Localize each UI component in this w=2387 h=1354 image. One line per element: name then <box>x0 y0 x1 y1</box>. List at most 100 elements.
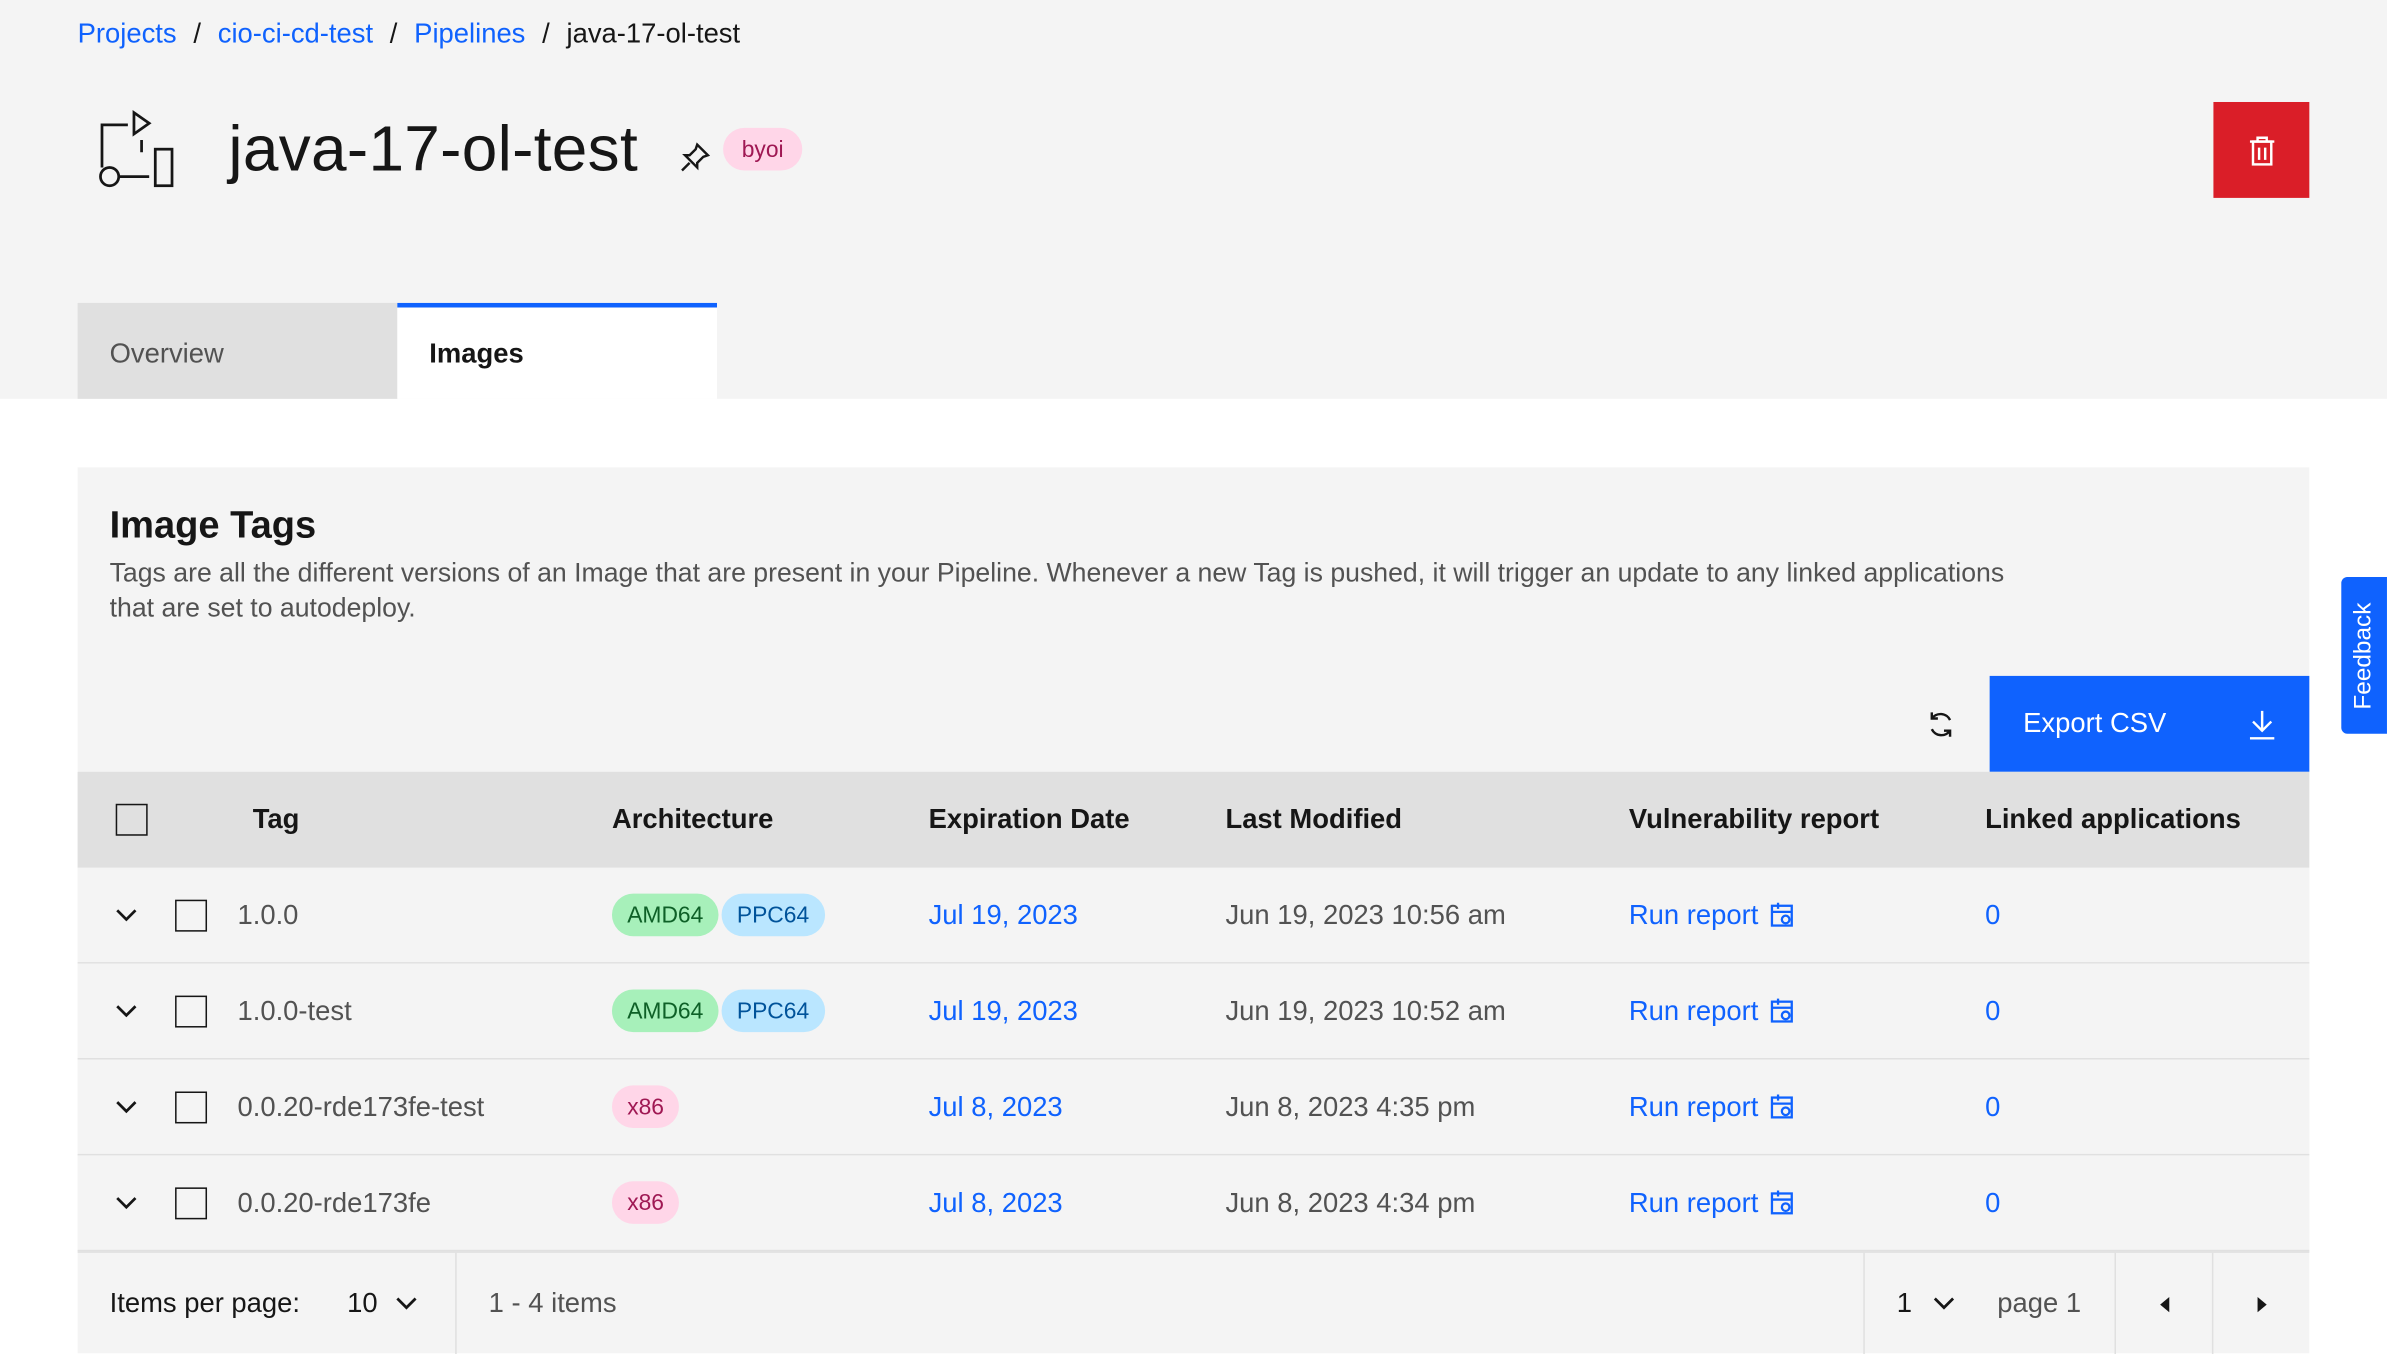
delete-button[interactable] <box>2213 101 2310 198</box>
page-select-value: 1 <box>1896 1287 1913 1319</box>
expiration-date-link[interactable]: Jul 8, 2023 <box>929 1060 1063 1154</box>
refresh-icon <box>1929 711 1951 737</box>
last-modified-cell: Jun 8, 2023 4:34 pm <box>1225 1186 1476 1218</box>
column-header-vulnerability[interactable]: Vulnerability report <box>1629 772 1879 868</box>
pin-icon[interactable] <box>679 140 712 173</box>
page-select[interactable]: 1 <box>1897 1253 1955 1354</box>
refresh-button[interactable] <box>1906 676 1975 772</box>
items-per-page-label: Items per page: <box>109 1287 301 1319</box>
pipeline-icon <box>99 110 174 188</box>
feedback-button[interactable]: Feedback <box>2341 576 2387 734</box>
column-header-modified[interactable]: Last Modified <box>1225 772 1402 868</box>
tab-overview[interactable]: Overview <box>77 302 398 399</box>
chevron-down-icon <box>116 1005 137 1018</box>
report-icon <box>1770 1190 1793 1215</box>
expand-row-button[interactable] <box>114 1155 138 1249</box>
image-tags-card: Image Tags Tags are all the different ve… <box>77 467 2310 1354</box>
expiration-date-link[interactable]: Jul 8, 2023 <box>929 1155 1063 1249</box>
tag-cell: 1.0.0-test <box>237 994 352 1026</box>
linked-applications-link[interactable]: 0 <box>1985 868 2000 962</box>
download-icon <box>2249 710 2275 739</box>
row-checkbox-cell <box>175 1060 208 1154</box>
expand-row-button[interactable] <box>114 1060 138 1154</box>
items-per-page-select[interactable]: 10 <box>347 1253 417 1354</box>
row-checkbox-cell <box>175 964 208 1058</box>
run-report-link[interactable]: Run report <box>1629 868 1797 962</box>
architecture-cell: AMD64 PPC64 <box>611 868 825 962</box>
export-csv-button[interactable]: Export CSV <box>1989 675 2310 772</box>
run-report-label: Run report <box>1628 1090 1759 1122</box>
select-all-checkbox[interactable] <box>115 803 148 836</box>
report-icon <box>1770 902 1793 927</box>
linked-applications-link[interactable]: 0 <box>1985 1155 2000 1249</box>
column-header-linked[interactable]: Linked applications <box>1985 772 2241 868</box>
run-report-label: Run report <box>1628 1186 1759 1218</box>
column-header-architecture[interactable]: Architecture <box>612 772 773 868</box>
breadcrumb: Projects / cio-ci-cd-test / Pipelines / … <box>78 18 740 50</box>
expand-row-button[interactable] <box>114 964 138 1058</box>
row-checkbox[interactable] <box>175 1186 208 1219</box>
expand-row-button[interactable] <box>114 868 138 962</box>
chevron-down-icon <box>1933 1297 1955 1310</box>
pagination-range: 1 - 4 items <box>488 1287 617 1319</box>
last-modified-cell: Jun 19, 2023 10:52 am <box>1225 994 1506 1026</box>
run-report-link[interactable]: Run report <box>1629 964 1797 1058</box>
architecture-cell: x86 <box>611 1155 680 1249</box>
chevron-down-icon <box>116 909 137 922</box>
run-report-label: Run report <box>1628 898 1759 930</box>
table-row: 1.0.0-test AMD64 PPC64 Jul 19, 2023 Jun … <box>77 963 2310 1060</box>
architecture-tag-ppc64: PPC64 <box>721 989 825 1033</box>
page-root: Projects / cio-ci-cd-test / Pipelines / … <box>0 0 2387 1354</box>
caret-left-icon <box>2159 1296 2169 1312</box>
last-modified-cell: Jun 8, 2023 4:35 pm <box>1225 1090 1476 1122</box>
page-label: page 1 <box>1997 1287 2082 1319</box>
architecture-cell: x86 <box>611 1060 680 1154</box>
last-modified-cell: Jun 19, 2023 10:56 am <box>1225 898 1506 930</box>
row-checkbox[interactable] <box>175 994 208 1027</box>
tag-cell: 0.0.20-rde173fe <box>237 1186 431 1218</box>
row-checkbox[interactable] <box>175 1090 208 1123</box>
linked-applications-link[interactable]: 0 <box>1985 1060 2000 1154</box>
row-checkbox[interactable] <box>175 898 208 931</box>
chevron-down-icon <box>116 1101 137 1114</box>
export-csv-label: Export CSV <box>2023 707 2167 739</box>
tab-images[interactable]: Images <box>397 302 718 399</box>
run-report-link[interactable]: Run report <box>1629 1060 1797 1154</box>
run-report-link[interactable]: Run report <box>1629 1155 1797 1249</box>
table-row: 0.0.20-rde173fe x86 Jul 8, 2023 Jun 8, 2… <box>77 1155 2310 1252</box>
expiration-date-link[interactable]: Jul 19, 2023 <box>929 964 1078 1058</box>
chevron-down-icon <box>396 1297 417 1310</box>
linked-applications-link[interactable]: 0 <box>1985 964 2000 1058</box>
table-row: 1.0.0 AMD64 PPC64 Jul 19, 2023 Jun 19, 2… <box>77 867 2310 964</box>
breadcrumb-separator: / <box>193 18 202 49</box>
column-header-tag[interactable]: Tag <box>253 772 300 868</box>
next-page-button[interactable] <box>2213 1253 2309 1354</box>
row-checkbox-cell <box>175 868 208 962</box>
table-row: 0.0.20-rde173fe-test x86 Jul 8, 2023 Jun… <box>77 1059 2310 1156</box>
run-report-label: Run report <box>1628 994 1759 1026</box>
breadcrumb-separator: / <box>389 18 398 49</box>
expiration-date-link[interactable]: Jul 19, 2023 <box>929 868 1078 962</box>
tab-bar: Overview Images <box>77 302 718 399</box>
column-header-expiration[interactable]: Expiration Date <box>929 772 1130 868</box>
status-badge: byoi <box>723 127 803 171</box>
chevron-down-icon <box>116 1197 137 1210</box>
feedback-label: Feedback <box>2350 601 2377 709</box>
breadcrumb-separator: / <box>542 18 550 49</box>
breadcrumb-pipelines[interactable]: Pipelines <box>414 18 525 50</box>
architecture-tag-ppc64: PPC64 <box>721 893 825 937</box>
breadcrumb-projects[interactable]: Projects <box>78 18 177 50</box>
tag-cell: 0.0.20-rde173fe-test <box>237 1090 485 1122</box>
pagination-bar: Items per page: 10 1 - 4 items 1 page 1 <box>77 1251 2310 1354</box>
breadcrumb-project[interactable]: cio-ci-cd-test <box>218 18 373 50</box>
architecture-tag-amd64: AMD64 <box>611 989 719 1033</box>
previous-page-button[interactable] <box>2116 1253 2212 1354</box>
report-icon <box>1770 1094 1793 1119</box>
trash-icon <box>2249 135 2274 165</box>
items-per-page-value: 10 <box>347 1287 378 1319</box>
report-icon <box>1770 998 1793 1023</box>
pagination-divider <box>1863 1252 1865 1354</box>
table-body: 1.0.0 AMD64 PPC64 Jul 19, 2023 Jun 19, 2… <box>77 867 2310 1252</box>
pagination-divider <box>455 1252 457 1354</box>
tag-cell: 1.0.0 <box>237 898 299 930</box>
